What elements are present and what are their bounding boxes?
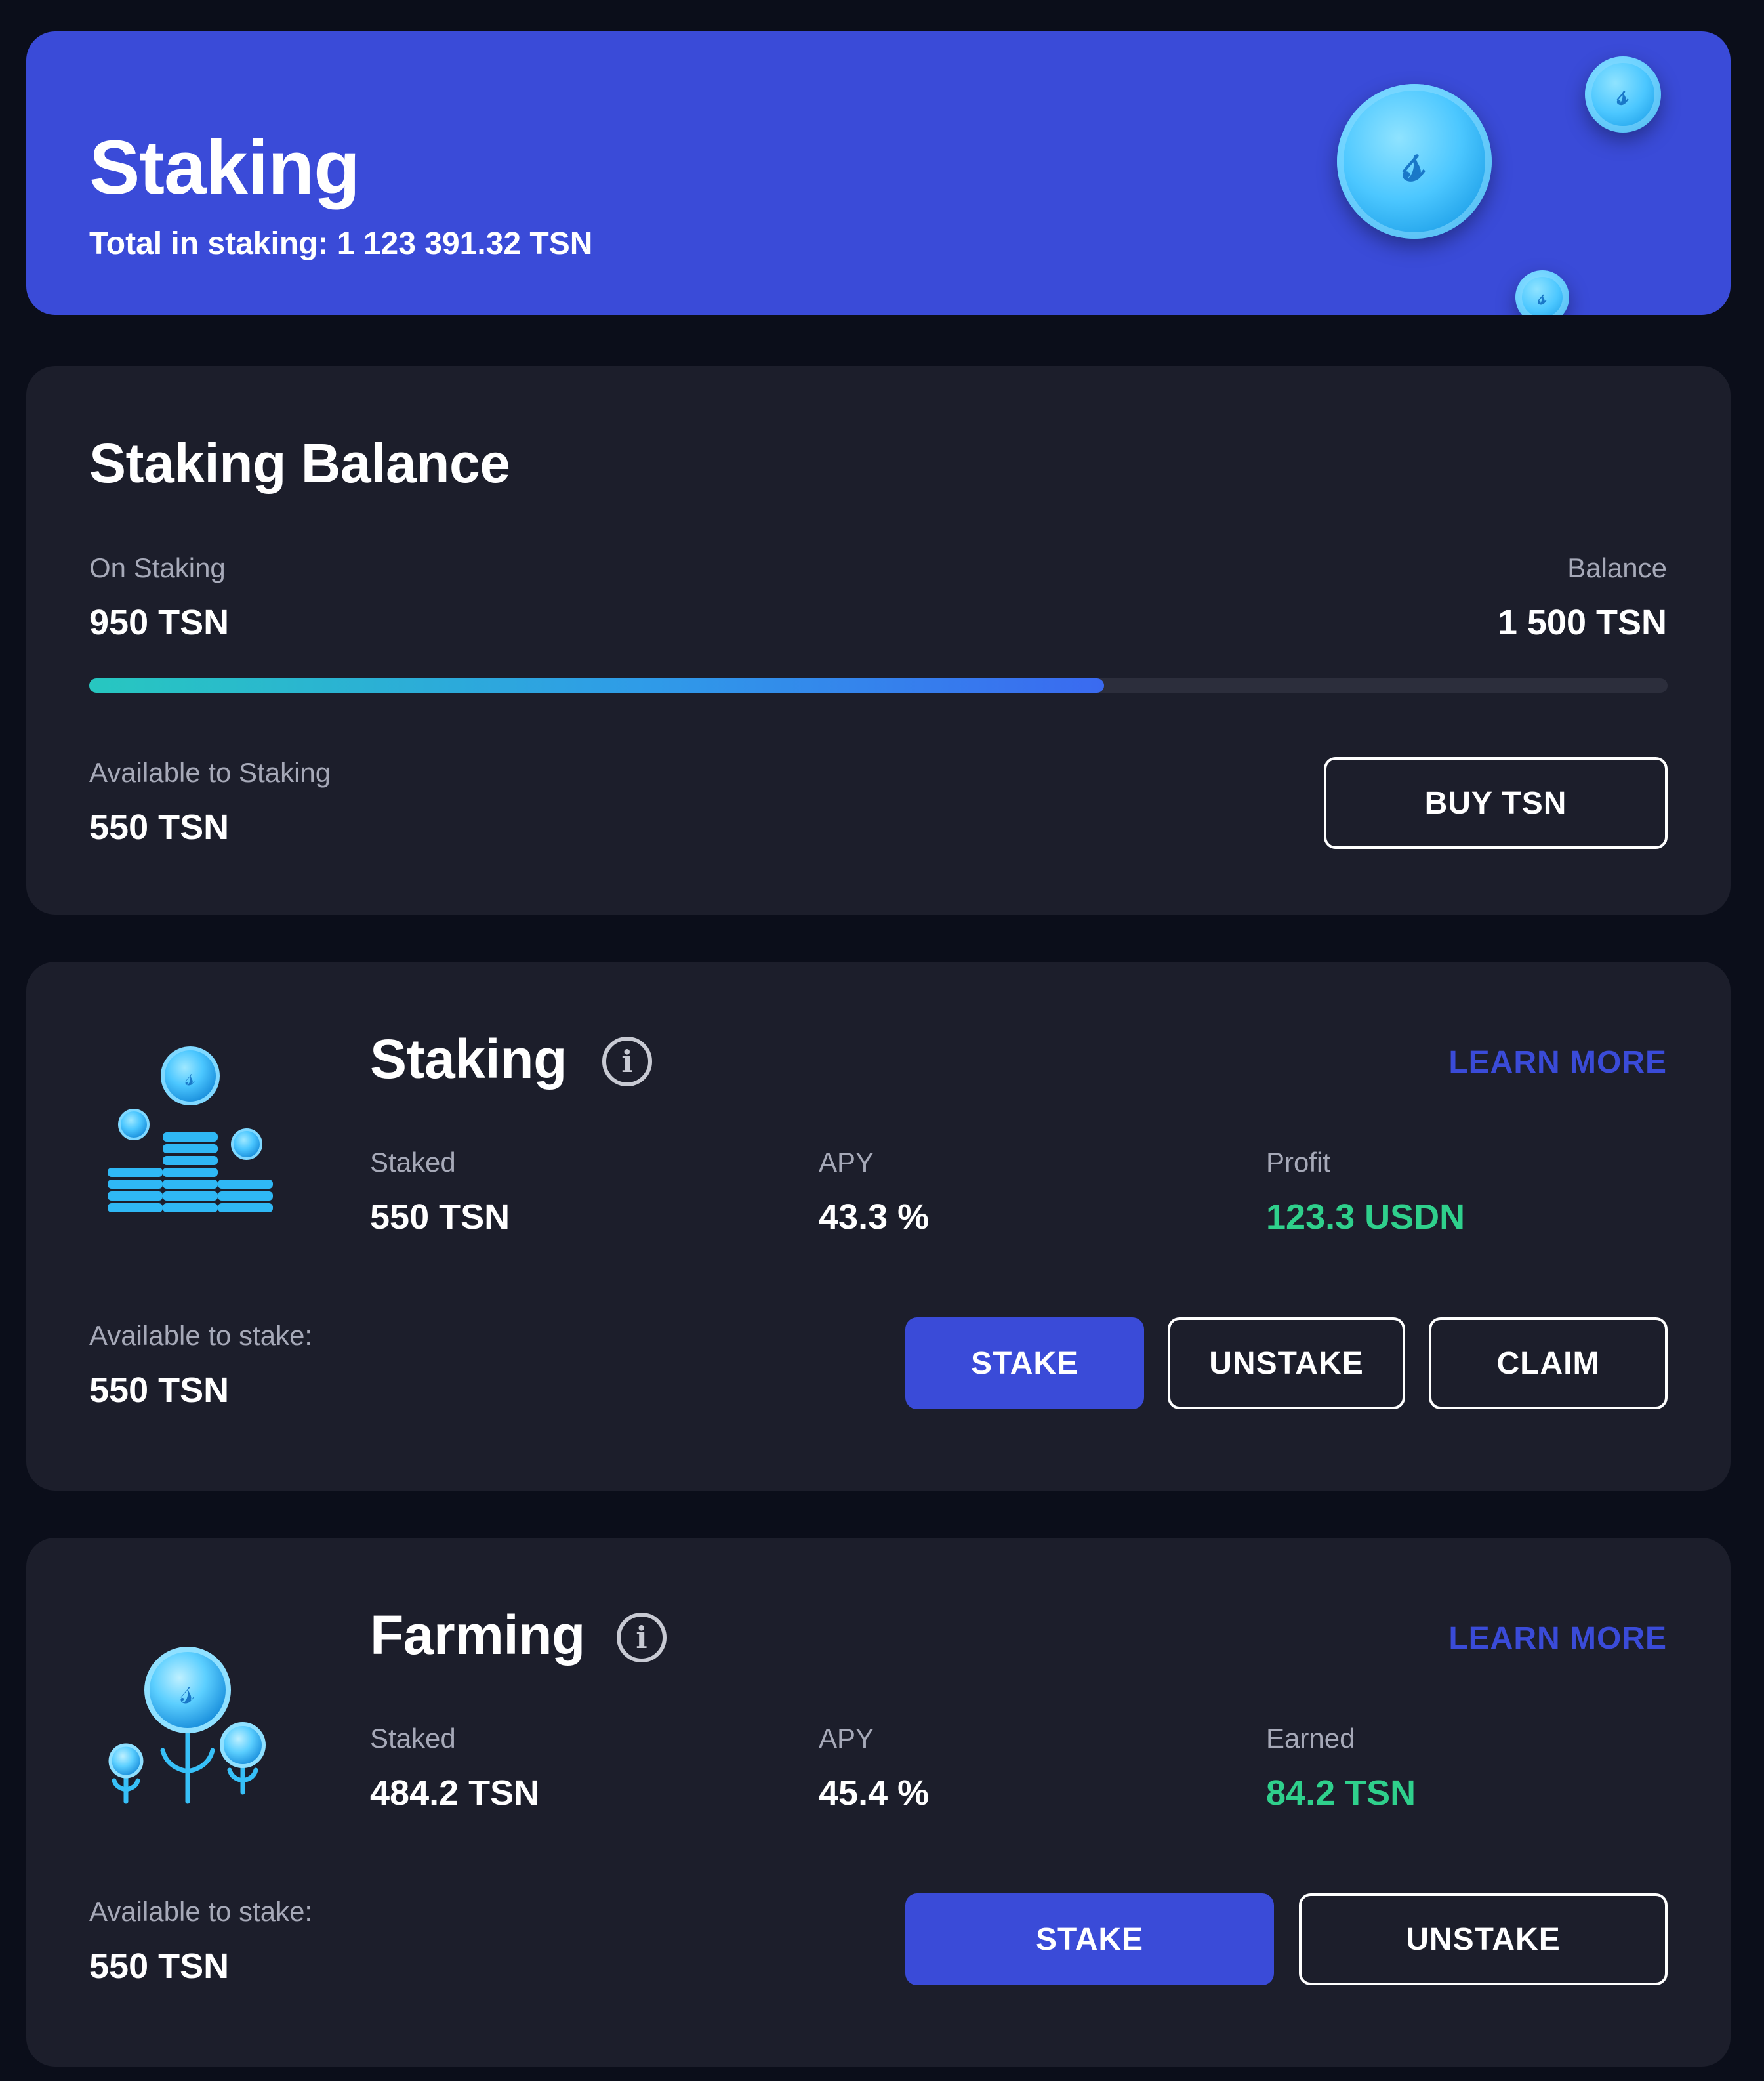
staked-label: Staked	[370, 1147, 456, 1178]
profit-value: 123.3 USDN	[1266, 1197, 1466, 1237]
farming-unstake-button[interactable]: UNSTAKE	[1299, 1893, 1668, 1985]
farming-apy-label: APY	[819, 1723, 874, 1754]
coin-icon: 𝓈	[1585, 56, 1661, 133]
earned-value: 84.2 TSN	[1266, 1773, 1416, 1813]
farming-staked-label: Staked	[370, 1723, 456, 1754]
apy-value: 43.3 %	[819, 1197, 930, 1237]
coin-icon: 𝓈	[1337, 84, 1492, 239]
staking-balance-title: Staking Balance	[89, 432, 510, 494]
svg-text:𝓈: 𝓈	[186, 1061, 195, 1092]
balance-label: Balance	[1567, 552, 1667, 583]
stake-button[interactable]: STAKE	[905, 1317, 1144, 1409]
farming-stake-button[interactable]: STAKE	[905, 1893, 1274, 1985]
plant-coins-icon: 𝓈	[102, 1640, 279, 1811]
buy-tsn-button[interactable]: BUY TSN	[1324, 757, 1668, 849]
on-staking-label: On Staking	[89, 552, 226, 583]
svg-text:𝓈: 𝓈	[180, 1668, 194, 1712]
coin-icon: 𝓈	[1515, 270, 1569, 315]
staking-progress-bar	[89, 678, 1668, 693]
balance-value: 1 500 TSN	[1497, 603, 1667, 642]
info-icon[interactable]: i	[602, 1037, 652, 1086]
staking-title: Staking	[370, 1028, 567, 1090]
profit-label: Profit	[1266, 1147, 1331, 1178]
farming-available-label: Available to stake:	[89, 1896, 313, 1927]
staking-hero-banner: Staking Total in staking: 1 123 391.32 T…	[26, 31, 1731, 315]
farming-staked-value: 484.2 TSN	[370, 1773, 540, 1813]
farming-title: Farming	[370, 1604, 585, 1666]
available-to-staking-value: 550 TSN	[89, 808, 230, 847]
farming-learn-more-link[interactable]: LEARN MORE	[1448, 1620, 1667, 1657]
staked-value: 550 TSN	[370, 1197, 510, 1237]
farming-available-value: 550 TSN	[89, 1947, 230, 1986]
available-to-stake-label: Available to stake:	[89, 1320, 313, 1351]
on-staking-value: 950 TSN	[89, 603, 230, 642]
earned-label: Earned	[1266, 1723, 1355, 1754]
coin-stack-icon: 𝓈	[102, 1043, 286, 1233]
available-to-stake-value: 550 TSN	[89, 1370, 230, 1410]
unstake-button[interactable]: UNSTAKE	[1168, 1317, 1405, 1409]
available-to-staking-label: Available to Staking	[89, 757, 331, 788]
staking-progress-fill	[89, 678, 1105, 693]
staking-learn-more-link[interactable]: LEARN MORE	[1448, 1044, 1667, 1081]
farming-apy-value: 45.4 %	[819, 1773, 930, 1813]
info-icon[interactable]: i	[617, 1613, 667, 1662]
page-title: Staking	[89, 125, 360, 210]
claim-button[interactable]: CLAIM	[1429, 1317, 1668, 1409]
apy-label: APY	[819, 1147, 874, 1178]
total-in-staking: Total in staking: 1 123 391.32 TSN	[89, 226, 593, 261]
